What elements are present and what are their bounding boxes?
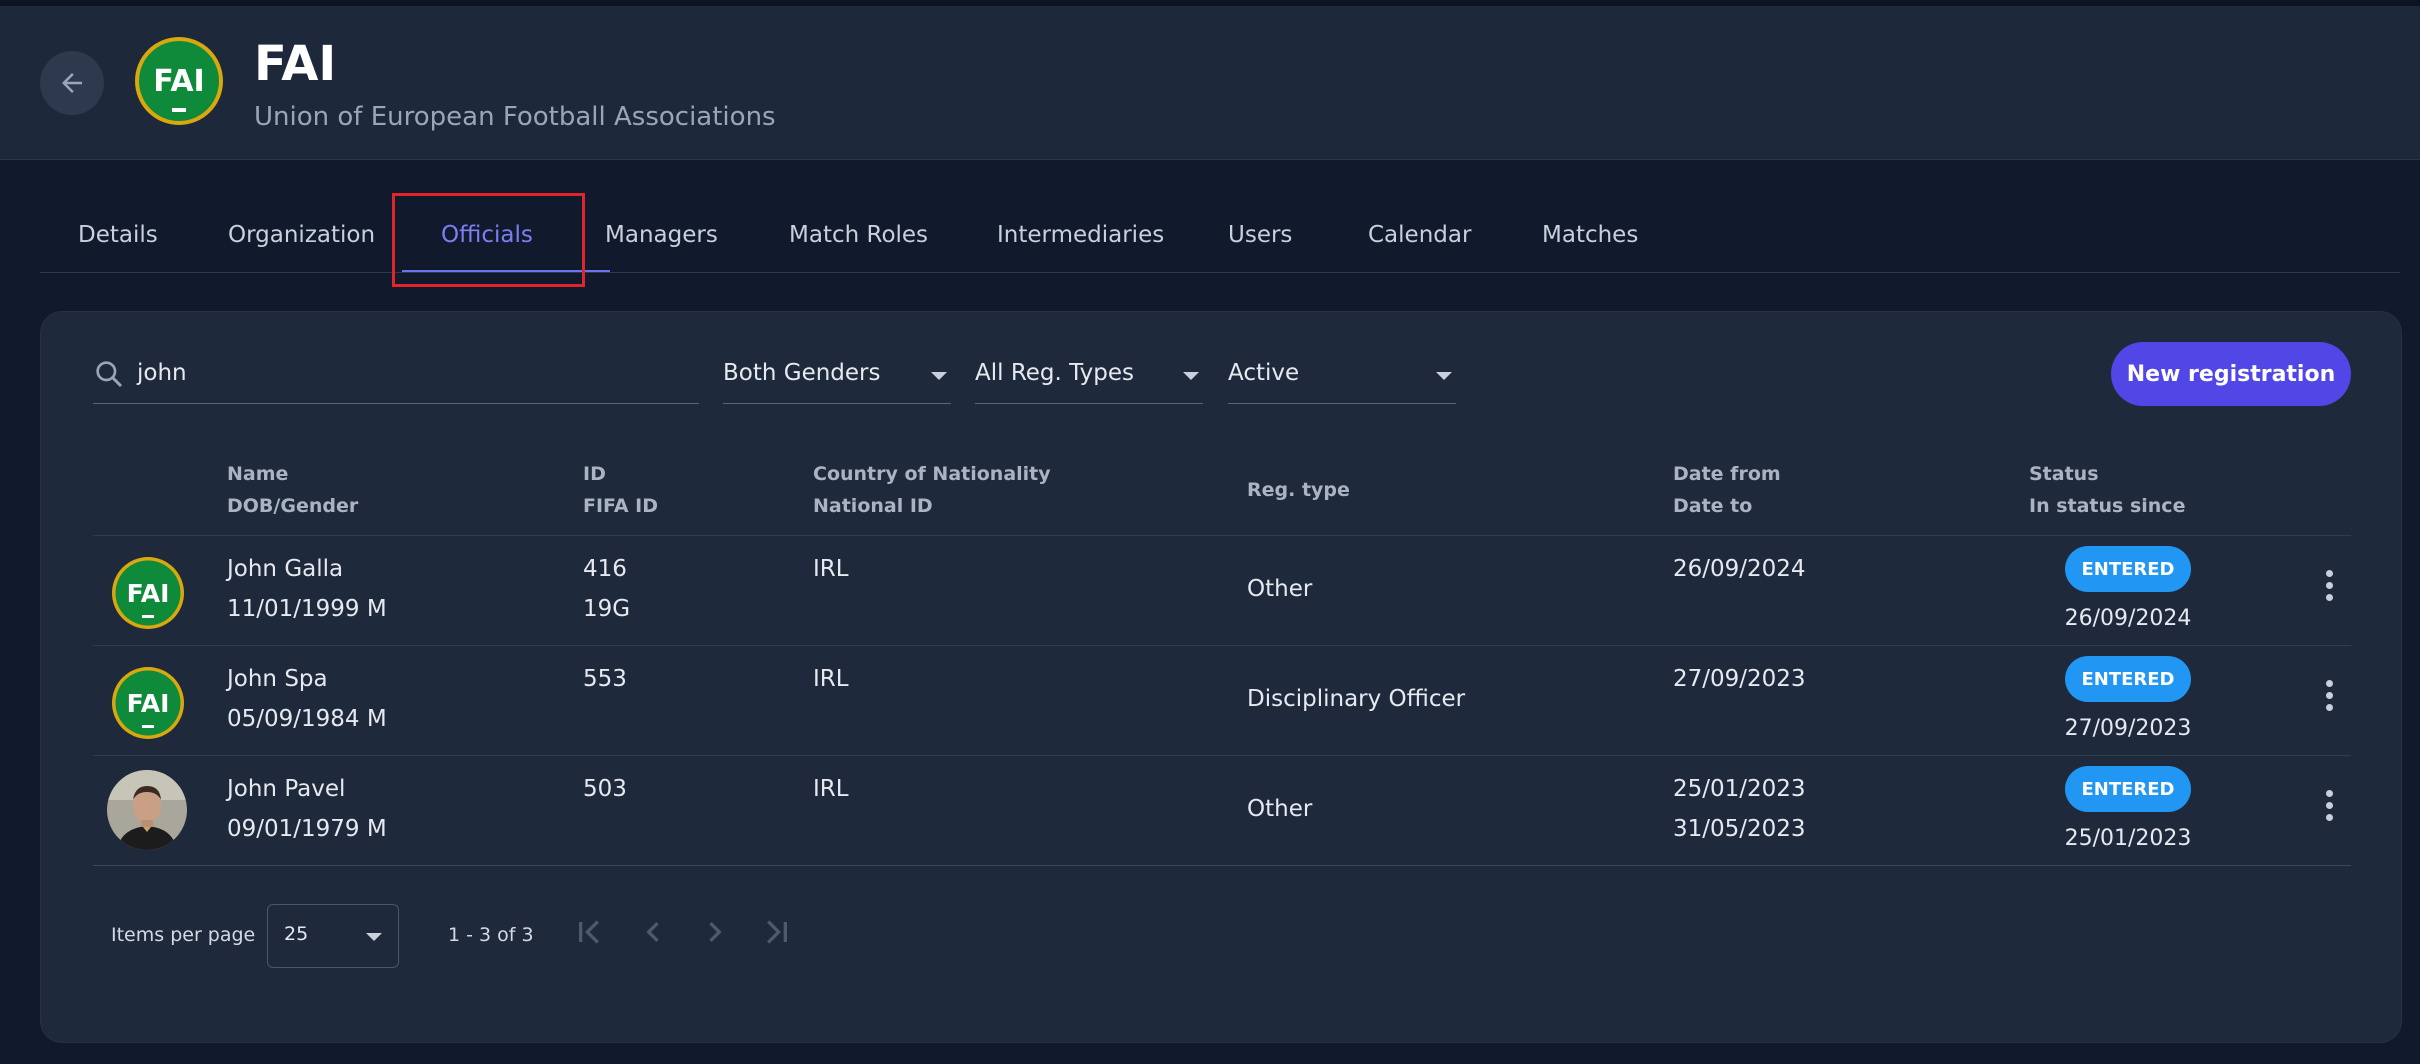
gender-select[interactable]: Both Genders <box>723 350 951 404</box>
reg-type-select-value: All Reg. Types <box>975 360 1134 386</box>
official-date-to: 31/05/2023 <box>1673 816 1806 842</box>
official-country: IRL <box>813 556 849 582</box>
officials-panel: john Both Genders All Reg. Types Active … <box>40 311 2402 1043</box>
header-date-to-label: Date to <box>1673 495 1753 517</box>
status-select-value: Active <box>1228 360 1300 386</box>
official-fifa-id: 19G <box>583 596 631 622</box>
header-date-from-label: Date from <box>1673 463 1781 485</box>
svg-text:FAI: FAI <box>127 579 170 608</box>
header-status: Status In status since <box>2029 458 2185 522</box>
more-vert-icon[interactable] <box>2319 680 2339 720</box>
official-name: John Spa <box>227 666 328 692</box>
header-reg-type: Reg. type <box>1247 479 1350 501</box>
more-vert-icon[interactable] <box>2319 570 2339 610</box>
reg-type-select[interactable]: All Reg. Types <box>975 350 1203 404</box>
person-photo-avatar <box>107 770 187 850</box>
chevron-down-icon <box>1183 372 1199 380</box>
tab-calendar[interactable]: Calendar <box>1368 222 1471 248</box>
fai-logo-avatar: FAI <box>112 667 184 739</box>
header-name: Name DOB/Gender <box>227 458 358 522</box>
org-code: FAI <box>254 36 337 92</box>
status-since-date: 26/09/2024 <box>2064 606 2192 631</box>
header-dob-label: DOB/Gender <box>227 495 359 517</box>
page-header: FAI FAI Union of European Football Assoc… <box>0 6 2420 160</box>
status-since-date: 27/09/2023 <box>2064 716 2192 741</box>
tab-users[interactable]: Users <box>1228 222 1292 248</box>
back-button[interactable] <box>40 51 104 115</box>
svg-text:FAI: FAI <box>153 64 204 99</box>
status-badge: ENTERED <box>2065 546 2191 592</box>
status-badge: ENTERED <box>2065 766 2191 812</box>
header-status-label: Status <box>2029 463 2099 485</box>
items-per-page-label: Items per page <box>111 924 256 946</box>
official-dob-gender: 05/09/1984 M <box>227 706 387 732</box>
status-since-date: 25/01/2023 <box>2064 826 2192 851</box>
official-date-from: 27/09/2023 <box>1673 666 1806 692</box>
tab-matches[interactable]: Matches <box>1542 222 1638 248</box>
table-row[interactable]: John Pavel 09/01/1979 M 503 IRL Other 25… <box>93 756 2351 866</box>
header-status-since-label: In status since <box>2029 495 2186 517</box>
tab-intermediaries[interactable]: Intermediaries <box>997 222 1164 248</box>
highlight-box <box>392 193 585 287</box>
header-fifa-id-label: FIFA ID <box>583 495 659 517</box>
official-name: John Pavel <box>227 776 346 802</box>
official-date-from: 26/09/2024 <box>1673 556 1806 582</box>
official-name: John Galla <box>227 556 344 582</box>
table-row[interactable]: FAI John Spa 05/09/1984 M 553 IRL Discip… <box>93 646 2351 756</box>
fai-logo: FAI <box>135 37 223 125</box>
fai-logo-avatar: FAI <box>112 557 184 629</box>
status-badge: ENTERED <box>2065 656 2191 702</box>
more-vert-icon[interactable] <box>2319 790 2339 830</box>
arrow-left-icon <box>62 73 82 93</box>
items-per-page-select[interactable]: 25 <box>267 904 399 968</box>
svg-text:FAI: FAI <box>127 689 170 718</box>
official-id: 503 <box>583 776 627 802</box>
tab-managers[interactable]: Managers <box>605 222 718 248</box>
official-id: 416 <box>583 556 627 582</box>
header-national-id-label: National ID <box>813 495 933 517</box>
chevron-down-icon <box>1436 372 1452 380</box>
official-id: 553 <box>583 666 627 692</box>
table-row[interactable]: FAI John Galla 11/01/1999 M 416 19G IRL … <box>93 536 2351 646</box>
new-registration-button[interactable]: New registration <box>2111 342 2351 406</box>
org-name: Union of European Football Associations <box>254 102 776 132</box>
header-id: ID FIFA ID <box>583 458 658 522</box>
official-reg-type: Other <box>1247 576 1313 602</box>
last-page-icon[interactable] <box>757 912 797 952</box>
tab-details[interactable]: Details <box>78 222 158 248</box>
pagination-range: 1 - 3 of 3 <box>448 924 534 946</box>
header-name-label: Name <box>227 463 289 485</box>
header-country-label: Country of Nationality <box>813 463 1051 485</box>
header-country: Country of Nationality National ID <box>813 458 1051 522</box>
official-dob-gender: 11/01/1999 M <box>227 596 387 622</box>
status-select[interactable]: Active <box>1228 350 1456 404</box>
official-dob-gender: 09/01/1979 M <box>227 816 387 842</box>
tab-match-roles[interactable]: Match Roles <box>789 222 928 248</box>
items-per-page-value: 25 <box>284 923 309 945</box>
chevron-down-icon <box>931 372 947 380</box>
official-country: IRL <box>813 776 849 802</box>
next-page-icon[interactable] <box>695 912 735 952</box>
previous-page-icon[interactable] <box>633 912 673 952</box>
official-reg-type: Other <box>1247 796 1313 822</box>
search-input[interactable]: john <box>93 350 699 404</box>
official-reg-type: Disciplinary Officer <box>1247 686 1466 712</box>
first-page-icon[interactable] <box>569 912 609 952</box>
gender-select-value: Both Genders <box>723 360 881 386</box>
search-icon <box>96 361 123 388</box>
header-id-label: ID <box>583 463 606 485</box>
header-dates: Date from Date to <box>1673 458 1781 522</box>
chevron-down-icon <box>366 933 382 941</box>
official-date-from: 25/01/2023 <box>1673 776 1806 802</box>
official-country: IRL <box>813 666 849 692</box>
search-value: john <box>137 360 187 386</box>
tab-organization[interactable]: Organization <box>228 222 375 248</box>
